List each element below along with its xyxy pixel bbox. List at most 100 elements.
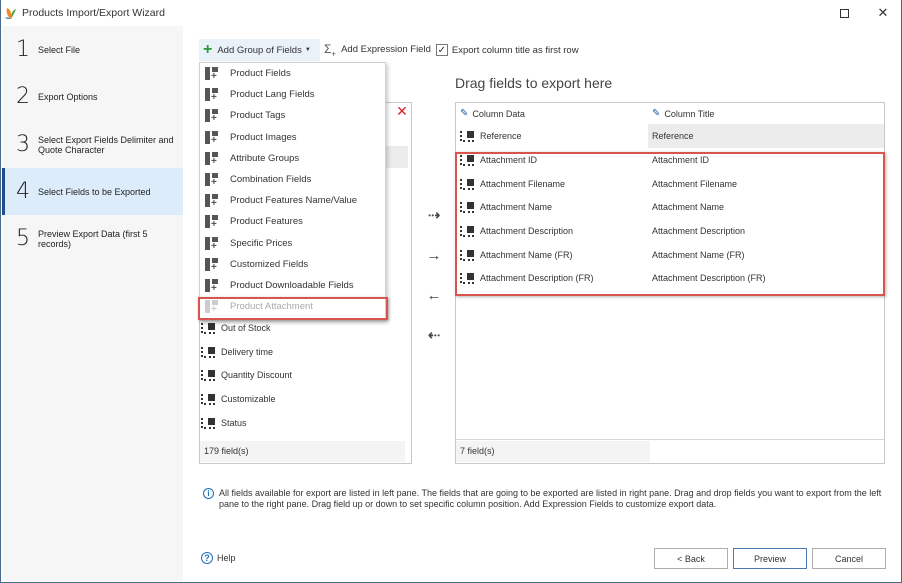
menu-item-product-fields[interactable]: + Product Fields — [200, 63, 385, 84]
list-item[interactable]: Status — [199, 411, 412, 435]
chevron-down-icon: ▼ — [304, 47, 311, 53]
arrow-left-icon: ← — [426, 287, 442, 304]
remove-field-button[interactable]: ← — [421, 286, 447, 306]
column-title-cell[interactable]: Reference — [652, 131, 694, 141]
maximize-button[interactable] — [826, 2, 862, 24]
close-icon: ✕ — [877, 5, 889, 20]
drag-handle-icon — [201, 393, 215, 405]
menu-item-label: Product Images — [230, 131, 297, 143]
header-label: Column Data — [472, 108, 525, 119]
add-expression-label: Add Expression Field — [341, 44, 431, 56]
menu-item-specific-prices[interactable]: + Specific Prices — [200, 233, 385, 254]
step-label: Select File — [38, 44, 81, 55]
maximize-icon — [839, 8, 849, 18]
menu-item-product-images[interactable]: + Product Images — [200, 127, 385, 148]
menu-item-label: Product Tags — [230, 110, 286, 122]
drag-handle-icon — [460, 130, 474, 142]
leaf-logo-icon — [5, 8, 16, 19]
step-export-options[interactable]: 2 Export Options — [2, 73, 183, 120]
menu-item-combination-fields[interactable]: + Combination Fields — [200, 169, 385, 190]
menu-item-label: Combination Fields — [230, 174, 312, 186]
add-group-icon: + — [205, 66, 220, 82]
field-label: Delivery time — [221, 346, 274, 357]
add-group-icon: + — [205, 172, 220, 188]
menu-item-label: Product Fields — [230, 68, 291, 80]
add-field-button[interactable]: → — [421, 246, 447, 266]
step-number: 3 — [16, 132, 30, 157]
menu-item-product-lang-fields[interactable]: + Product Lang Fields — [200, 84, 385, 105]
export-pane-title: Drag fields to export here — [455, 75, 613, 91]
menu-item-label: Product Lang Fields — [230, 89, 315, 101]
field-label: Status — [221, 417, 247, 428]
clear-search-icon[interactable]: ✕ — [393, 103, 411, 120]
menu-item-customized-fields[interactable]: + Customized Fields — [200, 254, 385, 275]
arrow-right-icon: → — [426, 247, 442, 264]
add-group-menu: + Product Fields + Product Lang Fields +… — [199, 62, 386, 321]
export-title-checkbox-group[interactable]: ✓ Export column title as first row — [435, 44, 579, 56]
cancel-button[interactable]: Cancel — [812, 548, 886, 569]
step-label: Export Options — [38, 91, 98, 102]
step-label: Select Export Fields Delimiter and Quote… — [38, 134, 174, 155]
menu-item-label: Product Downloadable Fields — [230, 279, 354, 291]
add-group-icon: + — [205, 151, 220, 166]
column-title-header[interactable]: ✎ Column Title — [648, 103, 884, 124]
menu-item-label: Specific Prices — [230, 237, 293, 249]
step-delimiter[interactable]: 3 Select Export Fields Delimiter and Quo… — [2, 121, 183, 168]
step-label: Select Fields to be Exported — [38, 186, 151, 197]
export-fields-header: ✎ Column Data ✎ Column Title — [456, 103, 884, 124]
remove-all-fields-button[interactable]: ⇠ — [421, 326, 447, 346]
wizard-steps-sidebar: 1 Select File 2 Export Options 3 Select … — [2, 26, 183, 581]
list-item[interactable]: Delivery time — [199, 340, 412, 364]
help-link[interactable]: ? Help — [201, 552, 236, 564]
step-select-file[interactable]: 1 Select File — [2, 26, 183, 73]
add-group-label: Add Group of Fields — [217, 44, 302, 56]
fields-toolbar: + Add Group of Fields ▼ Σ+ Add Expressio… — [199, 39, 579, 61]
add-group-icon: + — [205, 193, 220, 209]
menu-item-label: Customized Fields — [230, 258, 309, 270]
step-number: 1 — [16, 37, 30, 62]
add-group-icon: + — [205, 130, 220, 145]
step-number: 5 — [16, 226, 30, 251]
add-group-of-fields-dropdown[interactable]: + Add Group of Fields ▼ — [199, 39, 320, 61]
pencil-icon: ✎ — [652, 108, 661, 119]
header-label: Column Title — [664, 108, 715, 119]
field-label: Quantity Discount — [221, 370, 293, 381]
info-text: All fields available for export are list… — [219, 488, 882, 509]
menu-item-attribute-groups[interactable]: + Attribute Groups — [200, 148, 385, 169]
menu-item-product-features-name-value[interactable]: + Product Features Name/Value — [200, 190, 385, 211]
back-button[interactable]: < Back — [654, 548, 728, 569]
menu-item-product-features[interactable]: + Product Features — [200, 211, 385, 232]
table-row[interactable]: Reference Reference — [456, 124, 884, 148]
drag-handle-icon — [201, 370, 215, 382]
list-item[interactable]: Quantity Discount — [199, 363, 412, 387]
info-message: i All fields available for export are li… — [203, 488, 883, 510]
step-number: 4 — [16, 179, 30, 204]
highlight-box-menu — [198, 297, 388, 320]
add-all-fields-button[interactable]: ⇢ — [421, 206, 447, 226]
field-label: Customizable — [221, 393, 276, 404]
add-group-icon: + — [205, 257, 220, 272]
title-bar: Products Import/Export Wizard ✕ — [1, 0, 901, 26]
menu-item-product-tags[interactable]: + Product Tags — [200, 105, 385, 126]
pencil-icon: ✎ — [460, 108, 469, 119]
preview-button[interactable]: Preview — [733, 548, 807, 569]
add-group-icon: + — [205, 278, 220, 293]
field-label: Out of Stock — [221, 322, 271, 333]
menu-item-label: Attribute Groups — [230, 152, 300, 164]
column-data-header[interactable]: ✎ Column Data — [456, 103, 648, 124]
plus-icon: + — [203, 41, 213, 58]
help-icon: ? — [201, 552, 213, 564]
add-expression-field-button[interactable]: Σ+ Add Expression Field — [324, 42, 431, 58]
export-title-checkbox[interactable]: ✓ — [435, 44, 448, 56]
step-select-fields[interactable]: 4 Select Fields to be Exported — [2, 168, 183, 215]
add-all-arrow-icon: ⇢ — [427, 207, 441, 224]
help-label: Help — [217, 553, 236, 563]
menu-item-label: Product Features Name/Value — [230, 195, 358, 207]
divider — [456, 439, 884, 440]
highlight-box-export-fields — [455, 152, 885, 296]
list-item[interactable]: Customizable — [199, 387, 412, 411]
step-preview[interactable]: 5 Preview Export Data (first 5 records) — [2, 215, 183, 262]
column-data-cell: Reference — [480, 130, 522, 141]
menu-item-product-downloadable-fields[interactable]: + Product Downloadable Fields — [200, 275, 385, 296]
close-button[interactable]: ✕ — [865, 2, 901, 24]
